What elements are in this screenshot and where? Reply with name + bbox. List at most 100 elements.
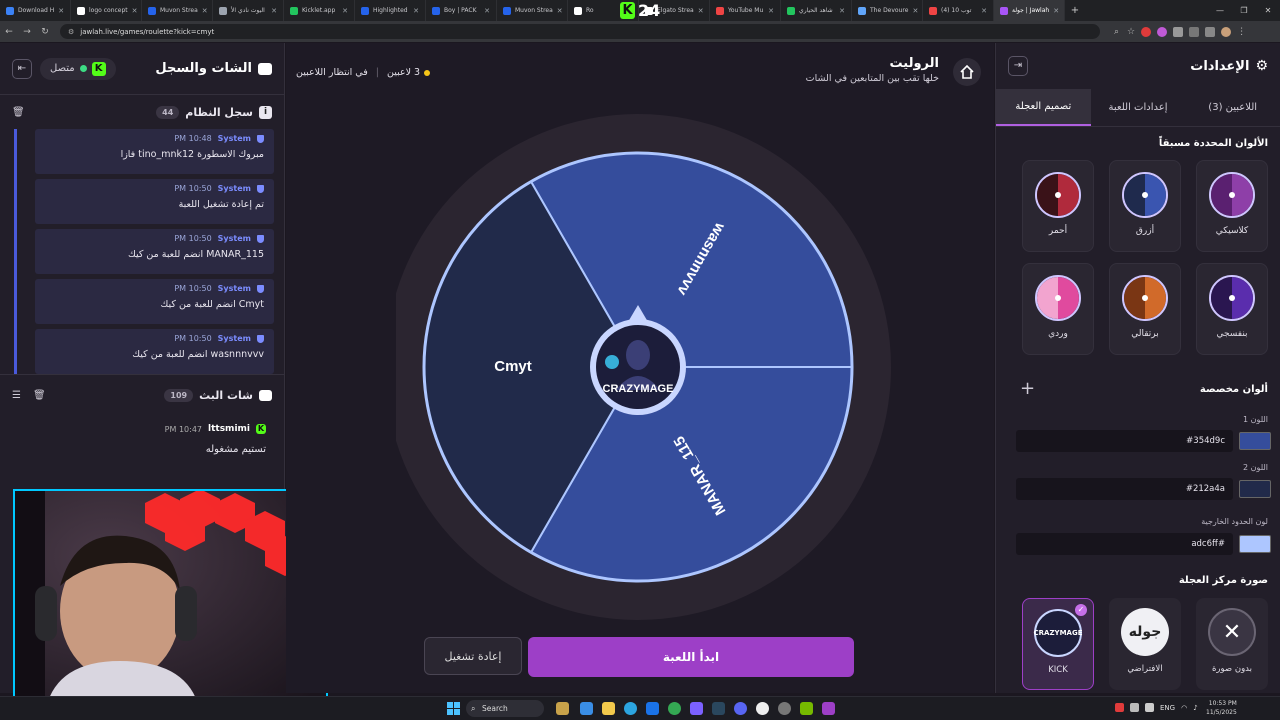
taskbar-app-icon[interactable] xyxy=(756,702,769,715)
tab-close-icon[interactable]: ✕ xyxy=(271,7,277,15)
browser-tab[interactable]: YouTube Mu ✕ xyxy=(710,0,781,21)
browser-tab[interactable]: logo concept ✕ xyxy=(71,0,142,21)
roulette-wheel[interactable]: wasnnnvvvMANAR_115Cmyt CRAZYMAGE xyxy=(396,100,901,630)
taskbar-app-icon[interactable] xyxy=(624,702,637,715)
home-button[interactable] xyxy=(953,58,981,86)
tab-close-icon[interactable]: ✕ xyxy=(1053,7,1059,15)
taskbar-app-icon[interactable] xyxy=(800,702,813,715)
center-option-none[interactable]: ✕ بدون صورة xyxy=(1196,598,1268,690)
preset-color-option[interactable]: وردي xyxy=(1022,263,1094,355)
tab-close-icon[interactable]: ✕ xyxy=(58,7,64,15)
add-color-icon[interactable]: + xyxy=(1020,378,1035,399)
center-option-default[interactable]: جوله الافتراضي xyxy=(1109,598,1181,690)
minimize-icon[interactable]: — xyxy=(1208,0,1232,21)
browser-tab[interactable]: شاهد الحياري ✕ xyxy=(781,0,852,21)
tab-close-icon[interactable]: ✕ xyxy=(698,7,704,15)
game-area: الروليت خلها تقب بين المتابعين في الشات … xyxy=(286,43,994,693)
start-icon[interactable] xyxy=(447,702,460,715)
preset-color-option[interactable]: أزرق xyxy=(1109,160,1181,252)
preset-color-option[interactable]: كلاسيكي xyxy=(1196,160,1268,252)
browser-tab[interactable]: جولة | Jawlah ✕ xyxy=(994,0,1065,21)
maximize-icon[interactable]: ❐ xyxy=(1232,0,1256,21)
collapse-panel-icon[interactable]: ⇥ xyxy=(1008,56,1028,76)
taskbar-app-icon[interactable] xyxy=(668,702,681,715)
color2-input[interactable]: #212a4a xyxy=(1016,478,1233,500)
collapse-panel-icon[interactable]: ⇤ xyxy=(12,58,32,79)
tab-favicon-icon xyxy=(77,6,85,15)
taskbar-app-icon[interactable] xyxy=(690,702,703,715)
color2-swatch[interactable] xyxy=(1239,480,1271,498)
browser-tab[interactable]: Highlighted ✕ xyxy=(355,0,426,21)
extension-icon[interactable] xyxy=(1141,26,1152,37)
taskbar-search[interactable]: ⌕ Search xyxy=(466,700,544,717)
tab-close-icon[interactable]: ✕ xyxy=(557,7,563,15)
preset-color-option[interactable]: بنفسجي xyxy=(1196,263,1268,355)
border-color-input[interactable]: adc6ff# xyxy=(1016,533,1233,555)
browser-tab[interactable]: Download H ✕ xyxy=(0,0,71,21)
back-icon[interactable]: ← xyxy=(0,27,18,37)
trash-icon[interactable]: 🗑 xyxy=(12,107,25,118)
tab-close-icon[interactable]: ✕ xyxy=(202,7,208,15)
tab-close-icon[interactable]: ✕ xyxy=(342,7,348,15)
zoom-icon[interactable]: ⌕ xyxy=(1114,27,1119,37)
preset-color-option[interactable]: برتقالي xyxy=(1109,263,1181,355)
taskbar-app-icon[interactable] xyxy=(822,702,835,715)
extension-icon[interactable] xyxy=(1205,26,1216,37)
clock[interactable]: 10:53 PM 11/5/2025 xyxy=(1206,699,1237,717)
browser-tab[interactable]: اليوت نادي الأ ✕ xyxy=(213,0,284,21)
trash-icon[interactable]: 🗑 xyxy=(33,390,46,401)
reload-icon[interactable]: ↻ xyxy=(36,27,54,37)
log-time: 10:50 PM xyxy=(174,184,212,193)
browser-tab[interactable]: Boy | PACK ✕ xyxy=(426,0,497,21)
tray-icon[interactable] xyxy=(1130,703,1139,712)
settings-tab[interactable]: تصميم العجلة xyxy=(995,89,1091,126)
tab-close-icon[interactable]: ✕ xyxy=(768,7,774,15)
list-icon[interactable]: ☰ xyxy=(12,390,21,401)
site-info-icon[interactable]: ⚙ xyxy=(68,28,74,36)
taskbar-app-icon[interactable] xyxy=(778,702,791,715)
new-tab-button[interactable]: + xyxy=(1065,5,1085,16)
tab-close-icon[interactable]: ✕ xyxy=(484,7,490,15)
taskbar-app-icon[interactable] xyxy=(602,702,615,715)
settings-tab[interactable]: اللاعبين (3) xyxy=(1185,89,1280,126)
url-field[interactable]: ⚙ jawlah.live/games/roulette?kick=cmyt xyxy=(60,24,1100,39)
close-window-icon[interactable]: ✕ xyxy=(1256,0,1280,21)
tab-close-icon[interactable]: ✕ xyxy=(413,7,419,15)
browser-tab[interactable]: Muvon Strea ✕ xyxy=(497,0,568,21)
taskbar-app-icon[interactable] xyxy=(712,702,725,715)
browser-tab[interactable]: (4) توب 10 ✕ xyxy=(923,0,994,21)
taskbar-app-icon[interactable] xyxy=(646,702,659,715)
language-indicator[interactable]: ENG xyxy=(1160,704,1175,712)
bookmark-star-icon[interactable]: ☆ xyxy=(1127,27,1135,37)
settings-tab[interactable]: إعدادات اللعبة xyxy=(1091,89,1186,126)
profile-avatar[interactable] xyxy=(1221,26,1232,37)
center-option-kick[interactable]: CRAZYMAGE KICK ✓ xyxy=(1022,598,1094,690)
browser-tab[interactable]: Kicklet.app ✕ xyxy=(284,0,355,21)
browser-tab[interactable]: Muvon Strea ✕ xyxy=(142,0,213,21)
log-text: مبروك الاسطورة tino_mnk12 فازا xyxy=(120,149,264,160)
taskbar-app-icon[interactable] xyxy=(580,702,593,715)
taskbar-app-icon[interactable] xyxy=(556,702,569,715)
tab-close-icon[interactable]: ✕ xyxy=(981,7,987,15)
color1-input[interactable]: #354d9c xyxy=(1016,430,1233,452)
extension-icon[interactable] xyxy=(1157,26,1168,37)
tab-close-icon[interactable]: ✕ xyxy=(912,7,918,15)
menu-dots-icon[interactable]: ⋮ xyxy=(1237,27,1246,37)
crazymage-logo-icon: CRAZYMAGE xyxy=(1034,609,1083,657)
browser-tab[interactable]: The Devoure ✕ xyxy=(852,0,923,21)
border-color-swatch[interactable] xyxy=(1239,535,1271,553)
tab-close-icon[interactable]: ✕ xyxy=(132,7,138,15)
tray-icon[interactable] xyxy=(1115,703,1124,712)
preset-color-option[interactable]: أحمر xyxy=(1022,160,1094,252)
color1-swatch[interactable] xyxy=(1239,432,1271,450)
restart-button[interactable]: إعادة تشغيل xyxy=(424,637,522,675)
forward-icon[interactable]: → xyxy=(18,27,36,37)
tab-close-icon[interactable]: ✕ xyxy=(839,7,845,15)
start-game-button[interactable]: ابدأ اللعبة xyxy=(528,637,854,677)
taskbar-app-icon[interactable] xyxy=(734,702,747,715)
extension-icon[interactable] xyxy=(1173,26,1184,37)
volume-icon[interactable]: ♪ xyxy=(1193,704,1197,712)
extension-icon[interactable] xyxy=(1189,26,1200,37)
wifi-icon[interactable]: ◠ xyxy=(1181,704,1187,712)
tray-icon[interactable] xyxy=(1145,703,1154,712)
